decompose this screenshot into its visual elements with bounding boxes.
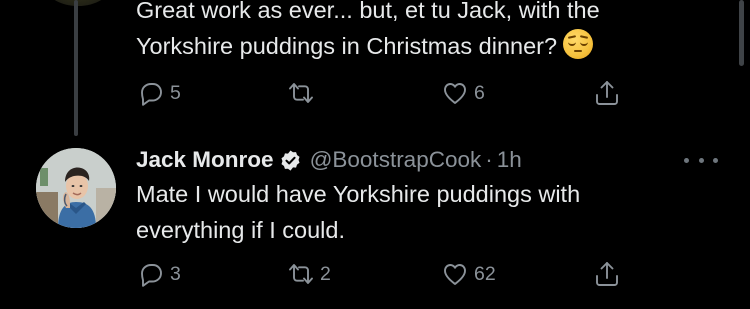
parent-tweet-text: Great work as ever... but, et tu Jack, w… <box>136 0 600 64</box>
like-count: 62 <box>474 262 496 285</box>
pensive-face-emoji-icon <box>563 29 594 59</box>
tweet-timestamp[interactable]: 1h <box>497 147 522 173</box>
reply-tweet-line-2: everything if I could. <box>136 217 345 243</box>
reply-count: 3 <box>170 262 181 285</box>
display-name[interactable]: Jack Monroe <box>136 147 274 173</box>
reply-tweet-header: Jack Monroe @BootstrapCook · 1h <box>136 142 522 178</box>
user-handle[interactable]: @BootstrapCook <box>310 147 482 173</box>
header-separator: · <box>485 147 493 172</box>
parent-tweet-actions: 5 6 <box>136 77 636 109</box>
share-button[interactable] <box>592 258 622 290</box>
scrollbar[interactable] <box>739 0 744 66</box>
reply-button[interactable]: 3 <box>136 258 181 290</box>
more-dot <box>684 157 689 163</box>
parent-tweet-line-2: Yorkshire puddings in Christmas dinner? <box>136 28 600 64</box>
retweet-icon <box>289 264 313 284</box>
heart-icon <box>444 264 466 285</box>
reply-icon <box>141 264 162 287</box>
parent-reply-button[interactable]: 5 <box>136 77 181 109</box>
parent-share-button[interactable] <box>592 77 622 109</box>
parent-tweet-line-2-text: Yorkshire puddings in Christmas dinner? <box>136 33 558 59</box>
parent-avatar[interactable] <box>42 0 114 8</box>
retweet-icon <box>289 83 313 103</box>
like-button[interactable]: 62 <box>440 258 496 290</box>
parent-tweet-line-1: Great work as ever... but, et tu Jack, w… <box>136 0 600 23</box>
parent-like-count: 6 <box>474 81 485 104</box>
share-icon <box>596 262 618 286</box>
more-dot <box>698 157 704 163</box>
share-icon <box>596 81 618 105</box>
parent-retweet-button[interactable] <box>286 77 320 109</box>
retweet-count: 2 <box>320 262 331 285</box>
thread-connector-line <box>74 0 78 136</box>
reply-icon <box>141 83 162 106</box>
parent-reply-count: 5 <box>170 81 181 104</box>
reply-tweet-text: Mate I would have Yorkshire puddings wit… <box>136 176 580 248</box>
jack-monroe-avatar[interactable] <box>36 148 116 228</box>
more-dot <box>713 157 718 163</box>
verified-badge-icon <box>281 149 300 171</box>
reply-tweet-actions: 3 2 62 <box>136 258 636 290</box>
retweet-button[interactable]: 2 <box>286 258 331 290</box>
reply-tweet-line-1: Mate I would have Yorkshire puddings wit… <box>136 181 581 207</box>
heart-icon <box>444 83 466 104</box>
avatar-photo <box>36 148 116 228</box>
parent-like-button[interactable]: 6 <box>440 77 485 109</box>
more-dots-icon[interactable] <box>684 150 718 170</box>
